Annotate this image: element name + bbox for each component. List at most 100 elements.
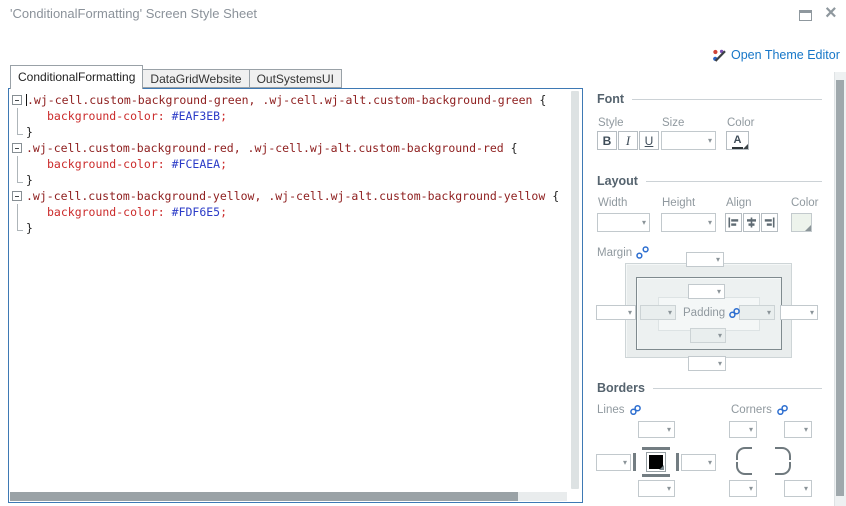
chain-icon[interactable] <box>629 404 642 416</box>
lines-label-row: Lines <box>597 404 642 416</box>
borders-section-header: Borders <box>597 381 822 395</box>
layout-section-title: Layout <box>597 174 638 188</box>
padding-top-select[interactable] <box>688 284 725 299</box>
border-right-bar <box>676 453 679 471</box>
corner-bottom-left-arc <box>736 462 752 475</box>
code-token: ; <box>220 157 228 171</box>
border-top-select[interactable] <box>638 421 675 438</box>
margin-top-select[interactable] <box>686 252 724 267</box>
corners-label: Corners <box>731 404 772 416</box>
margin-left-select[interactable] <box>596 305 636 320</box>
tab-outsystemsui[interactable]: OutSystemsUI <box>249 69 342 88</box>
chain-icon[interactable] <box>776 404 789 416</box>
tab-datagridwebsite[interactable]: DataGridWebsite <box>143 69 250 88</box>
code-token: background-color: <box>47 109 165 123</box>
fold-collapse-icon[interactable] <box>9 188 26 204</box>
code-token: background-color: <box>47 157 165 171</box>
border-right-select[interactable] <box>681 454 716 471</box>
borders-section-title: Borders <box>597 381 645 395</box>
border-bottom-select[interactable] <box>638 480 675 497</box>
code-token: #EAF3EB <box>171 109 221 123</box>
border-preview <box>633 447 679 477</box>
layout-section-header: Layout <box>597 174 822 188</box>
underline-button[interactable]: U <box>639 131 659 150</box>
editor-vertical-scrollbar[interactable] <box>571 91 579 489</box>
font-section-title: Font <box>597 92 625 106</box>
margin-label-row: Margin <box>597 246 649 259</box>
code-line[interactable]: background-color: #FDF6E5; <box>9 204 582 220</box>
tab-conditionalformatting[interactable]: ConditionalFormatting <box>10 65 144 89</box>
css-code-editor[interactable]: .wj-cell.custom-background-green, .wj-ce… <box>8 88 583 503</box>
code-token: } <box>26 221 33 235</box>
margin-bottom-select[interactable] <box>688 356 726 371</box>
align-right-button[interactable] <box>761 213 778 232</box>
padding-left-select[interactable] <box>640 305 676 320</box>
code-token: background-color: <box>47 205 165 219</box>
corners-label-row: Corners <box>731 404 789 416</box>
corner-top-right-arc <box>775 447 791 460</box>
code-line[interactable]: } <box>9 220 582 236</box>
broken-chain-icon[interactable] <box>636 246 649 259</box>
code-token: } <box>26 125 33 139</box>
style-sheet-tabstrip: ConditionalFormatting DataGridWebsite Ou… <box>10 65 342 89</box>
italic-button[interactable]: I <box>618 131 638 150</box>
padding-label-row: Padding <box>683 305 741 320</box>
font-color-bar <box>732 146 743 149</box>
editor-horizontal-scrollbar-thumb[interactable] <box>10 492 518 501</box>
corner-bottom-left-select[interactable] <box>729 480 757 497</box>
border-left-select[interactable] <box>596 454 631 471</box>
align-center-button[interactable] <box>743 213 760 232</box>
code-token: #FCEAEA <box>171 157 221 171</box>
border-color-ink <box>649 455 663 469</box>
code-line[interactable]: background-color: #FCEAEA; <box>9 156 582 172</box>
background-color-swatch[interactable] <box>791 213 812 232</box>
border-left-bar <box>633 453 636 471</box>
corner-top-right-select[interactable] <box>784 421 812 438</box>
code-token: } <box>26 173 33 187</box>
corners-preview <box>736 447 791 475</box>
code-lines: .wj-cell.custom-background-green, .wj-ce… <box>9 89 582 236</box>
code-line[interactable]: } <box>9 172 582 188</box>
margin-label: Margin <box>597 246 633 259</box>
fold-collapse-icon[interactable] <box>9 140 26 156</box>
maximize-icon[interactable] <box>799 10 812 21</box>
code-token: { <box>503 141 518 155</box>
height-select[interactable] <box>661 213 716 232</box>
corner-top-left-select[interactable] <box>729 421 757 438</box>
code-line[interactable]: .wj-cell.custom-background-yellow, .wj-c… <box>9 188 582 204</box>
width-select[interactable] <box>597 213 650 232</box>
close-icon[interactable]: × <box>825 0 837 26</box>
corner-top-left-arc <box>736 447 752 460</box>
code-token: .wj-cell.custom-background-yellow, .wj-c… <box>26 189 546 203</box>
align-left-button[interactable] <box>725 213 742 232</box>
bold-button[interactable]: B <box>597 131 617 150</box>
code-text: .wj-cell.custom-background-yellow, .wj-c… <box>26 188 582 204</box>
open-theme-editor-link[interactable]: Open Theme Editor <box>712 48 840 62</box>
code-text: background-color: #EAF3EB; <box>26 108 582 124</box>
margin-right-select[interactable] <box>780 305 818 320</box>
code-line[interactable]: } <box>9 124 582 140</box>
fold-guide-line <box>9 156 26 172</box>
padding-label: Padding <box>683 306 726 319</box>
border-color-swatch[interactable] <box>646 452 666 472</box>
lines-label: Lines <box>597 404 625 416</box>
fold-collapse-icon[interactable] <box>9 92 26 108</box>
padding-bottom-select[interactable] <box>690 328 726 343</box>
code-text: } <box>26 124 582 140</box>
font-color-button[interactable]: A <box>726 131 749 150</box>
corner-bottom-right-select[interactable] <box>784 480 812 497</box>
chain-icon[interactable] <box>728 307 741 319</box>
style-label: Style <box>598 117 624 129</box>
code-line[interactable]: .wj-cell.custom-background-red, .wj-cell… <box>9 140 582 156</box>
code-line[interactable]: background-color: #EAF3EB; <box>9 108 582 124</box>
padding-right-select[interactable] <box>739 305 775 320</box>
corner-bottom-right-arc <box>775 462 791 475</box>
fold-guide-line <box>9 108 26 124</box>
font-size-select[interactable] <box>661 131 716 150</box>
panel-scrollbar-thumb[interactable] <box>836 80 844 496</box>
font-color-glyph: A <box>733 133 742 146</box>
align-center-icon <box>747 217 756 228</box>
code-line[interactable]: .wj-cell.custom-background-green, .wj-ce… <box>9 92 582 108</box>
code-token: { <box>532 93 547 107</box>
